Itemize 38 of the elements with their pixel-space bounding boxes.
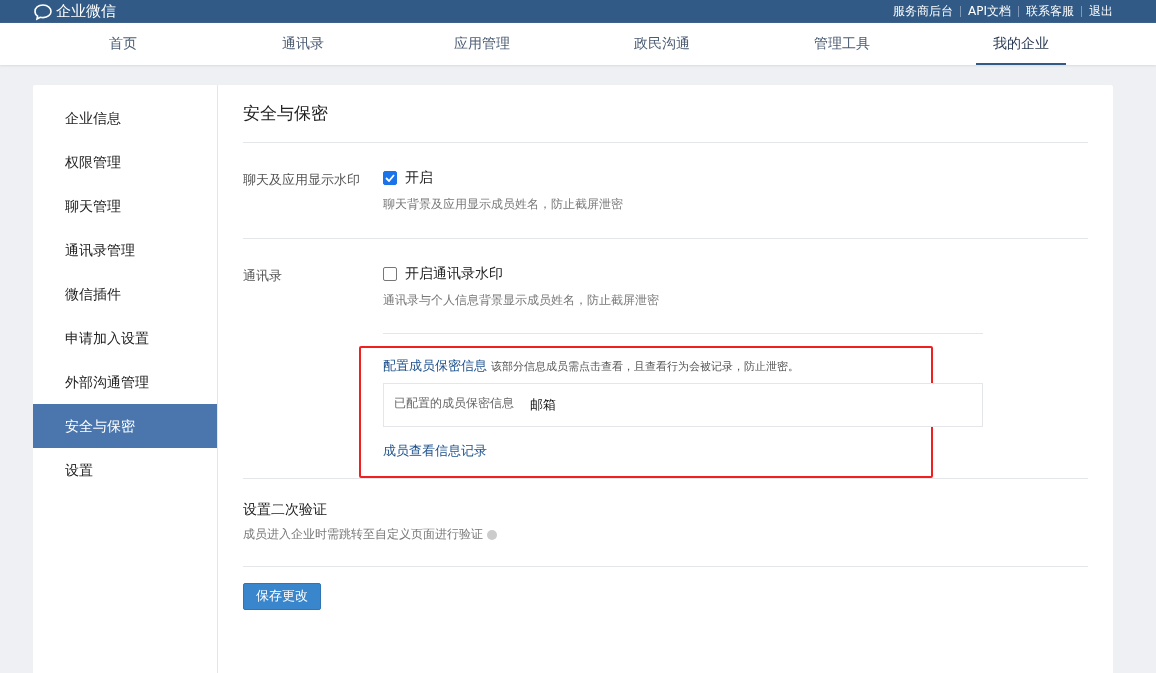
configured-label: 已配置的成员保密信息 — [394, 396, 514, 412]
save-button[interactable]: 保存更改 — [243, 583, 321, 610]
setting-label: 聊天及应用显示水印 — [243, 171, 361, 189]
sidebar-item[interactable]: 安全与保密 — [33, 404, 217, 448]
top-link[interactable]: 退出 — [1089, 3, 1113, 20]
contacts-watermark-checkbox[interactable]: 开启通讯录水印 — [383, 265, 1088, 283]
top-link[interactable]: API文档 — [968, 3, 1011, 20]
watermark-checkbox[interactable]: 开启 — [383, 169, 1088, 187]
sidebar-item[interactable]: 企业信息 — [33, 96, 217, 140]
setting-hint: 聊天背景及应用显示成员姓名，防止截屏泄密 — [383, 197, 624, 212]
view-log-link[interactable]: 成员查看信息记录 — [383, 443, 931, 460]
check-icon — [385, 174, 395, 182]
top-link[interactable]: 服务商后台 — [893, 3, 953, 20]
chat-bubble-icon — [33, 2, 53, 21]
configured-value: 邮箱 — [530, 396, 556, 414]
sidebar-item[interactable]: 外部沟通管理 — [33, 360, 217, 404]
info-icon[interactable] — [487, 529, 497, 540]
logo-text: 企业微信 — [56, 2, 116, 21]
nav-tab[interactable]: 管理工具 — [796, 23, 887, 65]
nav-tab[interactable]: 应用管理 — [437, 23, 527, 65]
setting-label: 通讯录 — [243, 267, 283, 285]
nav-tab[interactable]: 政民沟通 — [617, 23, 707, 65]
setting-hint: 成员进入企业时需跳转至自定义页面进行验证 — [243, 527, 483, 542]
nav-tab[interactable]: 首页 — [78, 23, 168, 65]
setting-hint: 通讯录与个人信息背景显示成员姓名，防止截屏泄密 — [383, 293, 660, 308]
sidebar-item[interactable]: 聊天管理 — [33, 184, 217, 228]
secret-note: 该部分信息成员需点击查看，且查看行为会被记录，防止泄密。 — [491, 359, 799, 374]
nav-tab[interactable]: 通讯录 — [257, 23, 348, 65]
sidebar-item[interactable]: 通讯录管理 — [33, 228, 217, 272]
sidebar-item[interactable]: 申请加入设置 — [33, 316, 217, 360]
sidebar-item[interactable]: 权限管理 — [33, 140, 217, 184]
top-link[interactable]: 联系客服 — [1026, 3, 1074, 20]
nav-tab[interactable]: 我的企业 — [976, 23, 1067, 65]
config-secret-link[interactable]: 配置成员保密信息 — [383, 358, 487, 375]
section-title: 设置二次验证 — [243, 501, 328, 519]
sidebar-item[interactable]: 设置 — [33, 448, 217, 492]
sidebar-item[interactable]: 微信插件 — [33, 272, 217, 316]
page-title: 安全与保密 — [243, 85, 1088, 143]
